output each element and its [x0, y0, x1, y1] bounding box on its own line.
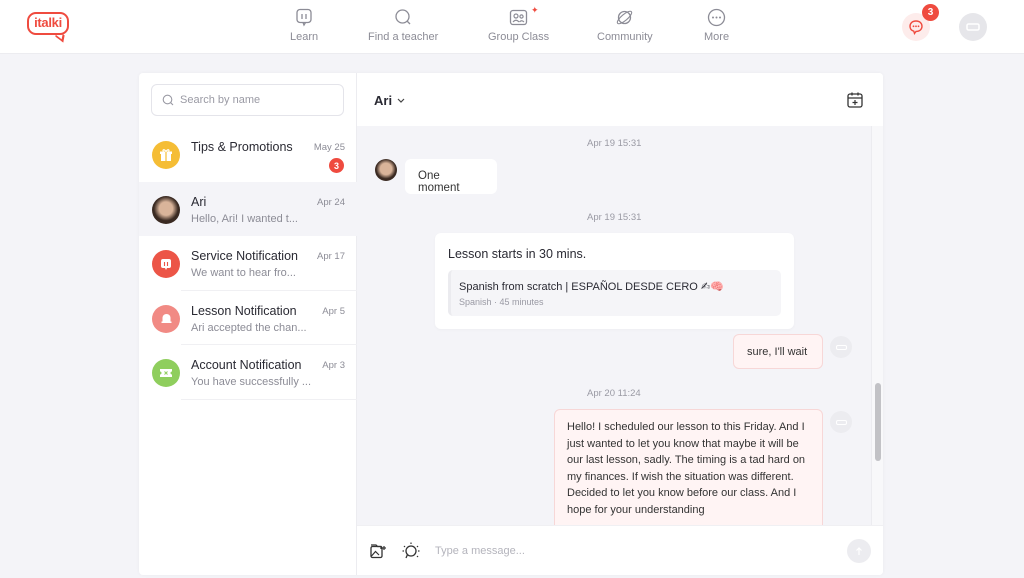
chat-header: Ari [357, 73, 883, 126]
search-icon [162, 94, 174, 106]
conversation-date: Apr 3 [322, 360, 345, 371]
messages-badge: 3 [922, 4, 939, 21]
nav-community[interactable]: Community [597, 7, 653, 43]
message-thread: Apr 19 15:31 One moment Apr 19 15:31 Les… [357, 126, 883, 525]
nav-learn-label: Learn [290, 31, 319, 43]
nav-find-teacher[interactable]: Find a teacher [368, 7, 438, 43]
message-input[interactable] [435, 541, 835, 561]
conversation-date: Apr 5 [322, 305, 345, 317]
message-text: sure, I'll wait [747, 346, 808, 358]
lesson-reminder-card: Lesson starts in 30 mins. Spanish from s… [435, 233, 794, 329]
conversation-list: Tips & Promotions May 25 3 Ari Apr 24 He… [139, 127, 357, 400]
user-avatar[interactable] [959, 13, 987, 41]
conversation-preview: Hello, Ari! I wanted t... [191, 212, 298, 225]
scrollbar-track[interactable] [871, 126, 883, 525]
suggestions-button[interactable] [402, 542, 420, 560]
chat-contact-name: Ari [374, 93, 393, 108]
lesson-reminder-title: Lesson starts in 30 mins. [448, 247, 587, 261]
chat-contact-dropdown[interactable]: Ari [374, 93, 405, 108]
incoming-message: One moment [405, 159, 497, 194]
conversation-date: May 25 [313, 142, 345, 153]
top-navigation-bar: italki Learn Find a teacher ✦ Group Clas… [0, 0, 1024, 54]
lesson-details-link[interactable]: Spanish from scratch | ESPAÑOL DESDE CER… [448, 270, 781, 316]
chat-pane: Ari Apr 19 15:31 One moment Apr 19 15:31… [357, 73, 883, 575]
gift-icon [152, 141, 180, 169]
sparkle-icon: ✦ [531, 5, 539, 15]
nav-learn[interactable]: Learn [290, 7, 318, 43]
conversation-name: Tips & Promotions [191, 140, 293, 154]
lesson-name: Spanish from scratch | ESPAÑOL DESDE CER… [459, 281, 724, 293]
conversation-account-notification[interactable]: Account Notification Apr 3 You have succ… [139, 345, 357, 400]
default-avatar-icon [966, 23, 980, 31]
own-avatar [830, 336, 852, 358]
search-icon [393, 7, 413, 27]
conversation-preview: We want to hear fro... [191, 267, 296, 279]
conversation-lesson-notification[interactable]: Lesson Notification Apr 5 Ari accepted t… [139, 291, 357, 345]
conversation-service-notification[interactable]: Service Notification Apr 17 We want to h… [139, 236, 357, 291]
nav-more-label: More [704, 31, 730, 43]
ticket-icon [152, 359, 180, 387]
message-timestamp: Apr 19 15:31 [587, 138, 642, 149]
conversation-preview: Ari accepted the chan... [191, 321, 307, 334]
conversation-name: Account Notification [191, 358, 302, 372]
more-icon [707, 7, 727, 27]
conversation-tips-promotions[interactable]: Tips & Promotions May 25 3 [139, 127, 357, 182]
messages-panel: Tips & Promotions May 25 3 Ari Apr 24 He… [139, 73, 883, 575]
lightbulb-icon [402, 542, 420, 559]
italki-icon [152, 250, 180, 278]
search-input[interactable] [180, 94, 330, 106]
nav-community-label: Community [597, 31, 653, 43]
conversation-ari[interactable]: Ari Apr 24 Hello, Ari! I wanted t... [139, 181, 357, 236]
unread-badge: 3 [329, 158, 344, 173]
conversation-name: Service Notification [191, 249, 298, 263]
lesson-meta: Spanish · 45 minutes [459, 297, 544, 307]
learn-icon [294, 7, 314, 27]
conversation-name: Lesson Notification [191, 303, 297, 318]
italki-logo[interactable]: italki [27, 12, 69, 43]
conversation-preview: You have successfully ... [191, 376, 312, 388]
search-box[interactable] [151, 84, 344, 116]
outgoing-message: Hello! I scheduled our lesson to this Fr… [554, 409, 823, 525]
image-upload-icon [370, 544, 386, 559]
scrollbar-thumb[interactable] [875, 383, 881, 461]
conversation-date: Apr 24 [317, 196, 345, 208]
conversation-name: Ari [191, 194, 207, 209]
planet-icon [615, 7, 635, 27]
nav-find-teacher-label: Find a teacher [368, 31, 439, 43]
message-composer [357, 525, 883, 575]
message-timestamp: Apr 19 15:31 [587, 212, 642, 223]
arrow-up-icon [856, 546, 862, 555]
ari-avatar [375, 159, 397, 181]
chevron-down-icon [397, 96, 405, 105]
outgoing-message: sure, I'll wait [733, 334, 823, 369]
nav-group-class-label: Group Class [488, 31, 550, 43]
nav-more[interactable]: More [704, 7, 729, 43]
message-timestamp: Apr 20 11:24 [587, 388, 641, 399]
own-avatar [830, 411, 852, 433]
group-class-icon: ✦ [509, 5, 539, 27]
ari-avatar [152, 195, 180, 224]
conversation-date: Apr 17 [317, 251, 345, 262]
conversation-sidebar: Tips & Promotions May 25 3 Ari Apr 24 He… [139, 73, 357, 575]
calendar-add-icon [847, 92, 863, 108]
schedule-lesson-button[interactable] [846, 91, 864, 109]
message-text: Hello! I scheduled our lesson to this Fr… [567, 421, 806, 516]
bell-icon [152, 304, 180, 333]
nav-group-class[interactable]: ✦ Group Class [488, 5, 550, 43]
attach-image-button[interactable] [369, 542, 387, 560]
send-button[interactable] [847, 539, 871, 563]
message-text: One moment [418, 170, 460, 194]
chat-bubble-icon [909, 20, 923, 35]
